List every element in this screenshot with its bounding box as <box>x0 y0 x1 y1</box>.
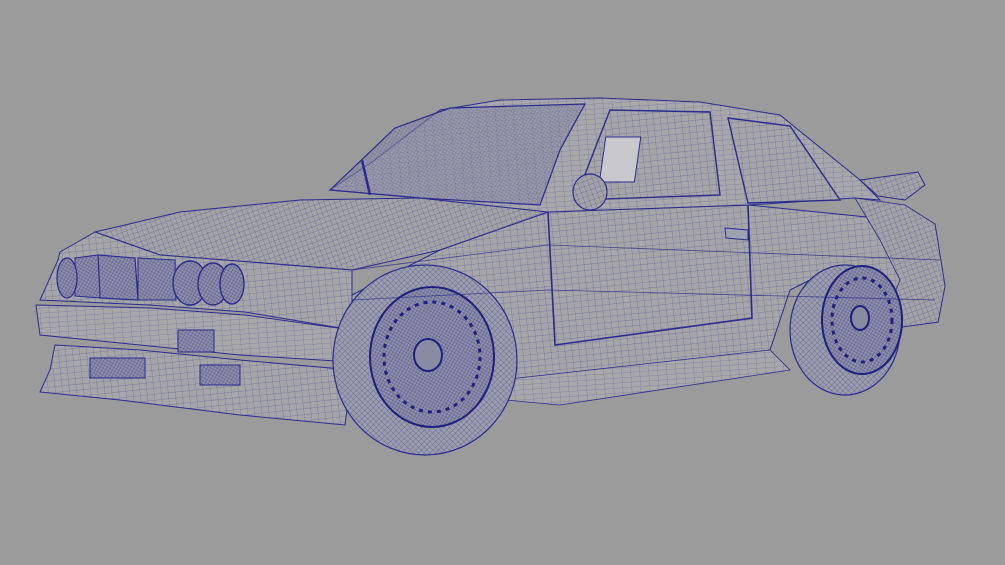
rear-hub <box>850 305 870 331</box>
headlight-right-outer <box>219 263 245 305</box>
grille-right <box>137 257 177 301</box>
bumper-indicator <box>177 329 215 353</box>
front-wheel <box>332 264 518 456</box>
side-mirror <box>572 173 608 211</box>
fog-light <box>199 364 241 386</box>
headlight-left-outer <box>56 257 78 299</box>
front-hub <box>413 338 443 372</box>
bumper-vent <box>89 357 146 379</box>
door-handle <box>724 227 749 241</box>
kidney-grille <box>97 254 139 301</box>
grille-left <box>74 254 101 299</box>
rear-wheel <box>789 264 903 396</box>
3d-viewport[interactable] <box>0 0 1005 565</box>
window-vent-opening <box>598 136 642 183</box>
wireframe-car-model[interactable] <box>0 0 1005 565</box>
